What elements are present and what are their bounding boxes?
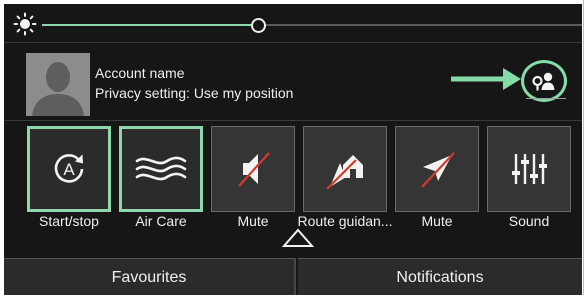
brightness-slider-thumb[interactable]	[251, 18, 266, 33]
privacy-setting[interactable]: Privacy setting: Use my position	[95, 85, 293, 101]
route-home-icon	[326, 155, 363, 190]
tile-label: Start/stop	[39, 213, 99, 229]
location-button-underline	[526, 98, 566, 99]
tile-label: Mute	[421, 213, 453, 229]
svg-text:A: A	[63, 160, 75, 179]
account-name[interactable]: Account name	[95, 65, 185, 81]
auto-start-stop-icon: A	[54, 154, 84, 183]
tile-label: Air Care	[135, 213, 187, 229]
annotation-arrow-icon	[451, 68, 521, 90]
brightness-slider[interactable]	[42, 18, 582, 33]
air-waves-icon	[135, 156, 187, 181]
person-silhouette-icon	[26, 53, 90, 116]
location-privacy-button[interactable]	[521, 60, 567, 102]
tile-air-care[interactable]	[119, 126, 203, 212]
avatar[interactable]	[26, 53, 90, 116]
tile-start-stop[interactable]: A	[27, 126, 111, 212]
tile-route-guidance[interactable]	[303, 126, 387, 212]
tile-label: Mute	[237, 213, 269, 229]
equalizer-icon	[512, 154, 547, 184]
tile-sound[interactable]	[487, 126, 571, 212]
expand-handle-icon[interactable]	[282, 228, 314, 248]
tab-favourites[interactable]: Favourites	[4, 258, 296, 295]
divider	[4, 42, 582, 43]
tile-label: Sound	[508, 213, 550, 229]
navigation-muted-icon	[421, 152, 455, 188]
brightness-slider-fill	[42, 24, 258, 26]
tile-label: Route guidan...	[297, 213, 393, 229]
tab-notifications[interactable]: Notifications	[298, 258, 582, 295]
top-view-panel: Account name Privacy setting: Use my pos…	[4, 4, 582, 295]
divider	[4, 120, 582, 121]
location-person-icon	[532, 72, 555, 91]
tile-mute-2[interactable]	[395, 126, 479, 212]
speaker-muted-icon	[238, 152, 270, 187]
tile-mute-1[interactable]	[211, 126, 295, 212]
brightness-sun-icon	[13, 12, 37, 36]
